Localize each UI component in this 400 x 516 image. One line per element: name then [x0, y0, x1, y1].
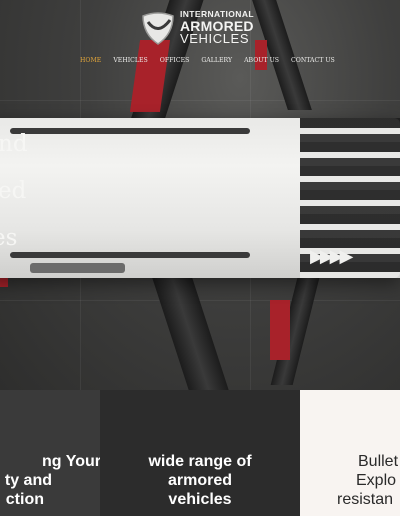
arrow-decoration-icon: ▶▶▶▶	[310, 246, 353, 266]
feature-card-line: ty and	[4, 472, 52, 489]
logo-line-vehicles: VEHICLES	[180, 31, 250, 46]
floor-line	[0, 100, 400, 101]
shield-logo-icon	[142, 12, 174, 45]
feature-card-protection[interactable]: ng Your ty and ction	[0, 390, 100, 516]
nav-item-home[interactable]: HOME	[80, 57, 101, 64]
feature-cards: ng Your ty and ction wide range of armor…	[0, 390, 400, 516]
roof-rail	[10, 128, 250, 134]
crane-arm	[151, 275, 229, 390]
feature-card-line: wide range of	[148, 453, 252, 470]
nav-item-gallery[interactable]: GALLERY	[201, 57, 232, 64]
feature-card-line: ction	[5, 491, 44, 508]
nav-item-offices[interactable]: OFFICES	[160, 57, 190, 64]
hero-heading-line: ed	[0, 178, 27, 204]
hero-heading-line: es	[0, 225, 18, 251]
hero-heading-line: nd	[0, 131, 28, 157]
red-machine-part	[270, 300, 290, 360]
feature-card-line: vehicles	[168, 491, 232, 508]
nav-item-contact-us[interactable]: CONTACT US	[291, 57, 335, 64]
nav-item-about-us[interactable]: ABOUT US	[244, 57, 279, 64]
feature-card-line: Bullet	[358, 453, 399, 470]
feature-card-bullet-resistant[interactable]: Bullet Explo resistan	[300, 390, 400, 516]
feature-card-line: Explo	[356, 472, 397, 489]
side-step	[30, 263, 125, 273]
feature-card-line: armored	[167, 472, 233, 489]
main-nav: HOME VEHICLES OFFICES GALLERY ABOUT US C…	[80, 57, 335, 64]
feature-card-line: ng Your	[42, 453, 100, 470]
site-logo[interactable]: INTERNATIONAL ARMORED VEHICLES	[140, 8, 265, 48]
nav-item-vehicles[interactable]: VEHICLES	[113, 57, 147, 64]
feature-card-range[interactable]: wide range of armored vehicles	[100, 390, 300, 516]
feature-card-line: resistan	[337, 491, 394, 508]
roof-rail	[10, 252, 250, 258]
